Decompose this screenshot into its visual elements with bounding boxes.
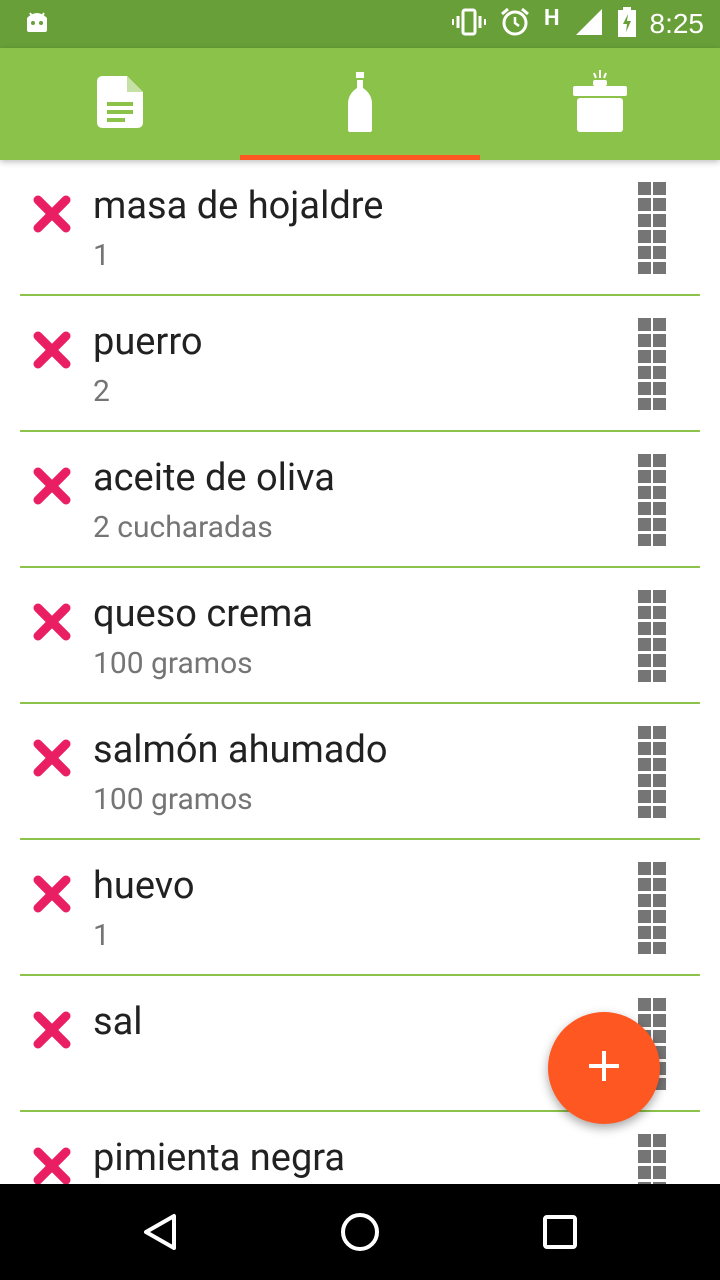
recents-icon xyxy=(530,1215,590,1266)
delete-icon[interactable] xyxy=(32,1010,72,1050)
drag-handle-icon[interactable] xyxy=(638,318,666,411)
pot-icon xyxy=(573,70,627,138)
recents-button[interactable] xyxy=(530,1202,590,1262)
network-type: H xyxy=(543,5,560,31)
bottle-icon xyxy=(348,72,372,136)
ingredient-name: queso crema xyxy=(93,592,313,636)
plus-icon xyxy=(589,1051,619,1085)
ingredient-name: salmón ahumado xyxy=(93,728,388,772)
ingredient-quantity: 2 cucharadas xyxy=(93,510,273,545)
drag-handle-icon[interactable] xyxy=(638,726,666,819)
back-icon xyxy=(130,1214,190,1266)
drag-handle-icon[interactable] xyxy=(638,590,666,683)
ingredient-name: sal xyxy=(93,1000,143,1044)
list-item[interactable]: puerro 2 xyxy=(20,296,700,432)
delete-icon[interactable] xyxy=(32,466,72,506)
status-bar: H 8:25 xyxy=(0,0,720,48)
back-button[interactable] xyxy=(130,1202,190,1262)
ingredient-name: aceite de oliva xyxy=(93,456,335,500)
ingredient-name: pimienta negra xyxy=(93,1136,346,1180)
ingredient-quantity: 100 gramos xyxy=(93,782,253,817)
delete-icon[interactable] xyxy=(32,738,72,778)
navigation-bar xyxy=(0,1184,720,1280)
tab-ingredients[interactable] xyxy=(240,48,480,160)
ingredient-quantity: 2 xyxy=(93,374,110,409)
alarm-icon xyxy=(500,7,530,41)
tab-recipe[interactable] xyxy=(0,48,240,160)
clock: 8:25 xyxy=(649,8,705,39)
tab-bar xyxy=(0,48,720,160)
ingredient-quantity: 1 xyxy=(93,238,110,273)
tab-cooking[interactable] xyxy=(480,48,720,160)
tab-indicator xyxy=(240,155,480,160)
list-item[interactable]: masa de hojaldre 1 xyxy=(20,160,700,296)
delete-icon[interactable] xyxy=(32,194,72,234)
delete-icon[interactable] xyxy=(32,602,72,642)
ingredient-name: masa de hojaldre xyxy=(93,184,384,228)
ingredient-name: puerro xyxy=(93,320,203,364)
document-icon xyxy=(97,76,143,132)
delete-icon[interactable] xyxy=(32,874,72,914)
add-ingredient-button[interactable] xyxy=(548,1012,660,1124)
list-item[interactable]: salmón ahumado 100 gramos xyxy=(20,704,700,840)
list-item[interactable]: huevo 1 xyxy=(20,840,700,976)
list-item[interactable]: queso crema 100 gramos xyxy=(20,568,700,704)
battery-charging-icon xyxy=(617,7,636,41)
delete-icon[interactable] xyxy=(32,1146,72,1184)
drag-handle-icon[interactable] xyxy=(638,862,666,955)
delete-icon[interactable] xyxy=(32,330,72,370)
drag-handle-icon[interactable] xyxy=(638,182,666,275)
android-icon xyxy=(24,10,50,38)
list-item[interactable]: aceite de oliva 2 cucharadas xyxy=(20,432,700,568)
home-icon xyxy=(330,1213,390,1266)
ingredient-quantity: 100 gramos xyxy=(93,646,253,681)
signal-icon xyxy=(574,7,604,41)
home-button[interactable] xyxy=(330,1202,390,1262)
drag-handle-icon[interactable] xyxy=(638,1134,666,1184)
ingredient-quantity: 1 xyxy=(93,918,110,953)
vibrate-icon xyxy=(451,8,486,40)
ingredient-name: huevo xyxy=(93,864,195,908)
drag-handle-icon[interactable] xyxy=(638,454,666,547)
